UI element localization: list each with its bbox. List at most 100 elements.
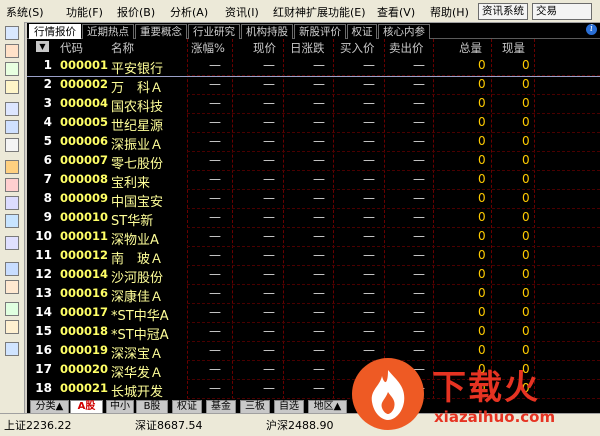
stock-code: 000005 <box>60 115 109 129</box>
trade-button[interactable]: 交易 <box>532 3 592 20</box>
btab-b-shares[interactable]: B股 <box>136 400 168 413</box>
stock-name: 深物业A <box>111 233 159 248</box>
bid-cell: — <box>363 172 375 186</box>
settings-icon[interactable] <box>5 320 19 334</box>
table-row[interactable]: 8 000009 中国宝安 — — — — — 0 0 <box>27 190 600 210</box>
menu-quote[interactable]: 报价(B) <box>117 4 155 20</box>
window-icon[interactable] <box>5 262 19 276</box>
tech-analysis-icon[interactable] <box>5 44 19 58</box>
table-row[interactable]: 9 000010 ST华新 — — — — — 0 0 <box>27 209 600 229</box>
menu-help[interactable]: 帮助(H) <box>430 4 469 20</box>
grid-line <box>187 322 600 323</box>
table-icon[interactable] <box>5 102 19 116</box>
report-icon[interactable] <box>5 120 19 134</box>
table-row[interactable]: 13 000016 深康佳Ａ — — — — — 0 0 <box>27 285 600 305</box>
table-row[interactable]: 6 000007 零七股份 — — — — — 0 0 <box>27 152 600 172</box>
stock-code: 000001 <box>60 58 109 72</box>
mail-icon[interactable] <box>5 160 19 174</box>
tab-ipo[interactable]: 新股评价 <box>294 24 346 39</box>
document-icon[interactable] <box>5 138 19 152</box>
header-price[interactable]: 现价 <box>253 40 276 56</box>
btab-fund[interactable]: 基金 <box>206 400 236 413</box>
header-ask[interactable]: 卖出价 <box>389 40 424 56</box>
tab-quotes[interactable]: 行情报价 <box>29 24 81 39</box>
menu-info[interactable]: 资讯(I) <box>225 4 259 20</box>
watermark: 下载火 xiazaihuo.com <box>352 356 592 431</box>
row-number: 12 <box>35 267 52 281</box>
tab-warrant[interactable]: 权证 <box>347 24 377 39</box>
current-volume-cell: 0 <box>522 286 530 300</box>
price-cell: — <box>263 286 275 300</box>
ask-cell: — <box>413 324 425 338</box>
menu-system[interactable]: 系统(S) <box>6 4 44 20</box>
header-day-change[interactable]: 日涨跌 <box>290 40 325 56</box>
menu-function[interactable]: 功能(F) <box>66 4 103 20</box>
bid-cell: — <box>363 58 375 72</box>
ask-cell: — <box>413 77 425 91</box>
line-chart-icon[interactable] <box>5 62 19 76</box>
table-row[interactable]: 10 000011 深物业A — — — — — 0 0 <box>27 228 600 248</box>
btab-a-shares[interactable]: A股 <box>70 400 103 413</box>
menu-view[interactable]: 查看(V) <box>377 4 415 20</box>
table-row[interactable]: 1 000001 平安银行 — — — — — 0 0 <box>27 57 600 77</box>
table-row[interactable]: 11 000012 南 玻Ａ — — — — — 0 0 <box>27 247 600 267</box>
header-current-volume[interactable]: 现量 <box>502 40 525 56</box>
quote-list-icon[interactable] <box>5 26 19 40</box>
table-row[interactable]: 12 000014 沙河股份 — — — — — 0 0 <box>27 266 600 286</box>
info-system-button[interactable]: 资讯系统 <box>478 3 528 20</box>
grid-line <box>187 284 600 285</box>
header-name[interactable]: 名称 <box>111 40 134 56</box>
row-number: 10 <box>35 229 52 243</box>
table-row[interactable]: 5 000006 深振业Ａ — — — — — 0 0 <box>27 133 600 153</box>
tab-institution[interactable]: 机构持股 <box>241 24 293 39</box>
menu-extension[interactable]: 红财神扩展功能(E) <box>273 4 366 20</box>
bid-cell: — <box>363 153 375 167</box>
total-volume-cell: 0 <box>478 210 486 224</box>
tab-insider[interactable]: 核心内参 <box>378 24 430 39</box>
header-total-volume[interactable]: 总量 <box>459 40 482 56</box>
eit-icon[interactable] <box>5 236 19 250</box>
btab-favorites[interactable]: 自选 <box>274 400 304 413</box>
current-volume-cell: 0 <box>522 134 530 148</box>
price-cell: — <box>263 77 275 91</box>
table-row[interactable]: 4 000005 世纪星源 — — — — — 0 0 <box>27 114 600 134</box>
total-volume-cell: 0 <box>478 77 486 91</box>
table-row[interactable]: 14 000017 *ST中华A — — — — — 0 0 <box>27 304 600 324</box>
day-change-cell: — <box>313 153 325 167</box>
table-row[interactable]: 7 000008 宝利来 — — — — — 0 0 <box>27 171 600 191</box>
header-change-pct[interactable]: 涨幅% <box>191 40 225 56</box>
info-icon[interactable]: i <box>586 24 597 35</box>
globe-icon[interactable] <box>5 214 19 228</box>
btab-region[interactable]: 地区▲ <box>308 400 347 413</box>
kline-icon[interactable] <box>5 80 19 94</box>
price-cell: — <box>263 267 275 281</box>
btab-sme[interactable]: 中小 <box>106 400 134 413</box>
table-row[interactable]: 2 000002 万 科Ａ — — — — — 0 0 <box>27 76 600 96</box>
bid-cell: — <box>363 305 375 319</box>
table-row[interactable]: 3 000004 国农科技 — — — — — 0 0 <box>27 95 600 115</box>
stock-code: 000007 <box>60 153 109 167</box>
stock-name: 平安银行 <box>111 62 164 77</box>
transfer-icon[interactable] <box>5 302 19 316</box>
menu-analysis[interactable]: 分析(A) <box>170 4 208 20</box>
header-bid[interactable]: 买入价 <box>340 40 375 56</box>
header-code[interactable]: 代码 <box>60 40 83 56</box>
ask-cell: — <box>413 229 425 243</box>
bid-cell: — <box>363 248 375 262</box>
search-icon[interactable] <box>5 196 19 210</box>
price-cell: — <box>263 343 275 357</box>
sort-dropdown-icon[interactable]: ▼ <box>36 41 49 52</box>
zoom-icon[interactable] <box>5 280 19 294</box>
btab-category[interactable]: 分类▲ <box>30 400 69 413</box>
btab-warrant[interactable]: 权证 <box>172 400 202 413</box>
exit-icon[interactable] <box>5 342 19 356</box>
tab-hot-topics[interactable]: 近期热点 <box>82 24 134 39</box>
stock-code: 000021 <box>60 381 109 395</box>
table-row[interactable]: 15 000018 *ST中冠A — — — — — 0 0 <box>27 323 600 343</box>
tab-industry[interactable]: 行业研究 <box>188 24 240 39</box>
quote-panel: 行情报价 近期热点 重要概念 行业研究 机构持股 新股评价 权证 核心内参 i … <box>27 23 600 413</box>
tab-concepts[interactable]: 重要概念 <box>135 24 187 39</box>
btab-third-board[interactable]: 三板 <box>240 400 270 413</box>
row-number: 15 <box>35 324 52 338</box>
users-icon[interactable] <box>5 178 19 192</box>
